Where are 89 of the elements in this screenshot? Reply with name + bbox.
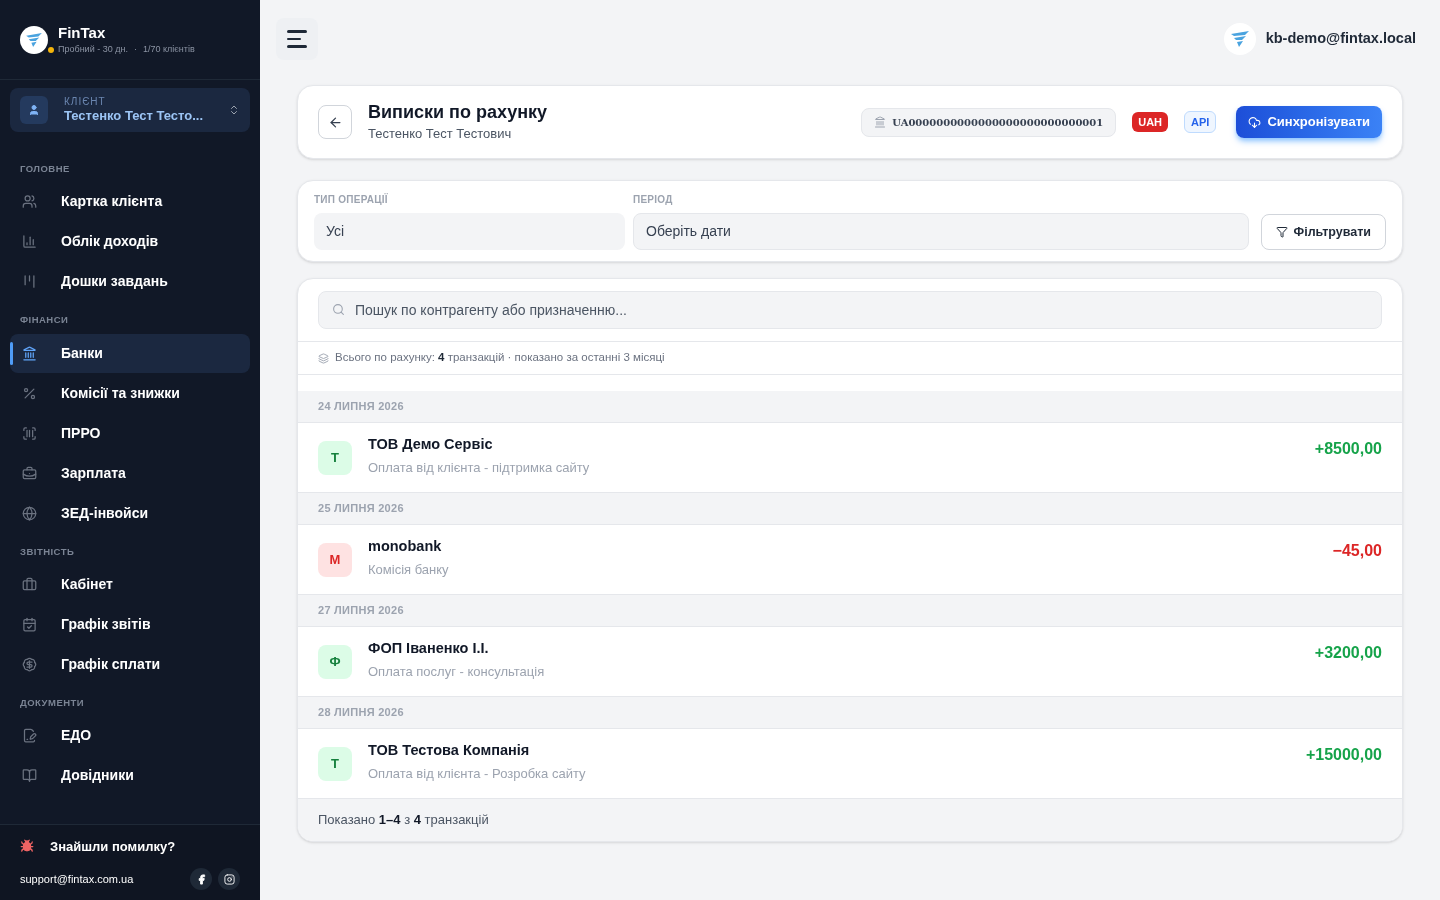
user-email: kb-demo@fintax.local	[1265, 29, 1416, 49]
amount: −45,00	[1332, 541, 1382, 561]
globe-icon	[22, 505, 37, 521]
nav-item[interactable]: Графік звітів	[10, 604, 250, 644]
source-badge: API	[1184, 110, 1217, 134]
instagram-button[interactable]	[218, 868, 240, 890]
client-label: КЛІЄНТ	[64, 96, 107, 108]
type-select[interactable]: Усі	[314, 213, 625, 250]
avatar: Т	[318, 440, 352, 475]
nav-item[interactable]: Зарплата	[10, 453, 250, 493]
type-label: ТИП ОПЕРАЦІЇ	[314, 192, 389, 207]
bug-report-link[interactable]: Знайшли помилку?	[50, 836, 176, 856]
logo-icon	[1223, 23, 1256, 55]
filter-button[interactable]: Фільтрувати	[1260, 214, 1386, 250]
barcode-scan-icon	[22, 425, 37, 441]
users-icon	[22, 194, 37, 210]
board-icon	[22, 274, 37, 290]
nav-item[interactable]: Банки	[10, 333, 250, 373]
nav-item[interactable]: Облік доходів	[10, 222, 250, 262]
document-icon	[22, 728, 37, 743]
summary-text: Всього по рахунку: 4 транзакцій · показано за останні 3 місяці	[335, 350, 665, 366]
counterparty-name: monobank	[368, 536, 443, 556]
client-count: 1/70 клієнтів	[142, 42, 195, 56]
client-selector[interactable]: КЛІЄНТ Тестенко Тест Тесто...	[10, 88, 250, 132]
avatar: Ф	[318, 644, 352, 679]
payment-purpose: Оплата від клієнта - Розробка сайту	[368, 764, 587, 783]
amount: +15000,00	[1305, 745, 1382, 765]
client-name: Тестенко Тест Тесто...	[64, 108, 205, 124]
cloud-download-icon	[1248, 115, 1262, 129]
nav-item[interactable]: Комісії та знижки	[10, 373, 250, 413]
user-icon	[28, 104, 40, 116]
amount: +8500,00	[1314, 439, 1382, 459]
payment-purpose: Оплата послуг - консультація	[368, 662, 546, 681]
section-heading: ЗВІТНІСТЬ	[19, 544, 76, 559]
nav-item[interactable]: Картка клієнта	[10, 182, 250, 222]
brand-name: FinTax	[58, 22, 107, 43]
instagram-icon	[223, 873, 235, 885]
nav-item[interactable]: ЗЕД-інвойси	[10, 493, 250, 533]
percent-icon	[22, 385, 37, 401]
chevrons-icon	[228, 104, 240, 116]
book-icon	[22, 768, 37, 783]
date-header: 28 ЛИПНЯ 2026	[298, 697, 1402, 729]
calendar-check-icon	[22, 616, 37, 632]
pagination-text: Показано 1–4 з 4 транзакцій	[318, 811, 489, 830]
date-header: 27 ЛИПНЯ 2026	[298, 595, 1402, 627]
separator-dot: ·	[133, 42, 137, 56]
plan-text: Пробний - 30 дн.	[58, 42, 128, 56]
support-email: support@fintax.com.ua	[20, 871, 135, 887]
section-heading: ДОКУМЕНТИ	[19, 695, 86, 710]
money-badge-icon	[22, 656, 37, 672]
section-heading: ФІНАНСИ	[19, 313, 70, 328]
nav-item[interactable]: Кабінет	[10, 564, 250, 604]
menu-button[interactable]	[276, 18, 318, 60]
facebook-button[interactable]	[190, 868, 212, 890]
briefcase-icon	[22, 576, 37, 592]
payment-purpose: Оплата від клієнта - підтримка сайту	[368, 458, 591, 477]
period-label: ПЕРІОД	[633, 193, 674, 207]
counterparty-name: ТОВ Демо Сервіс	[368, 434, 494, 454]
period-field[interactable]: Оберіть дати	[633, 213, 1249, 250]
sync-button[interactable]: Синхронізувати	[1236, 106, 1382, 138]
layers-icon	[318, 352, 329, 364]
nav-item[interactable]: ЕДО	[10, 716, 250, 755]
bar-chart-icon	[22, 234, 37, 250]
counterparty-name: ФОП Іваненко І.І.	[368, 638, 490, 658]
back-button[interactable]	[318, 105, 352, 139]
search-field[interactable]: Пошук по контрагенту або призначенню...	[318, 291, 1382, 329]
nav-item[interactable]: Графік сплати	[10, 644, 250, 684]
page-title: Виписки по рахунку	[368, 101, 549, 125]
currency-badge: UAH	[1132, 111, 1169, 133]
bug-icon	[20, 839, 34, 854]
avatar: M	[318, 542, 352, 577]
avatar: Т	[318, 746, 352, 781]
nav-item[interactable]: ПРРО	[10, 413, 250, 453]
date-header: 25 ЛИПНЯ 2026	[298, 493, 1402, 525]
bank-icon	[22, 345, 37, 361]
amount: +3200,00	[1314, 643, 1382, 663]
iban-text: UA0000000000000000000000000001	[892, 115, 1104, 130]
nav-item[interactable]: Довідники	[10, 756, 250, 795]
payment-purpose: Комісія банку	[368, 560, 450, 579]
nav-item[interactable]: Дошки завдань	[10, 262, 250, 302]
case-icon	[22, 465, 37, 481]
filter-icon	[1275, 226, 1288, 238]
bank-icon	[874, 116, 887, 128]
logo-icon	[20, 25, 48, 54]
page-subtitle: Тестенко Тест Тестович	[368, 125, 513, 144]
date-header: 24 ЛИПНЯ 2026	[298, 391, 1402, 423]
counterparty-name: ТОВ Тестова Компанія	[368, 740, 531, 760]
search-icon	[332, 303, 345, 316]
section-heading: ГОЛОВНЕ	[19, 162, 71, 176]
